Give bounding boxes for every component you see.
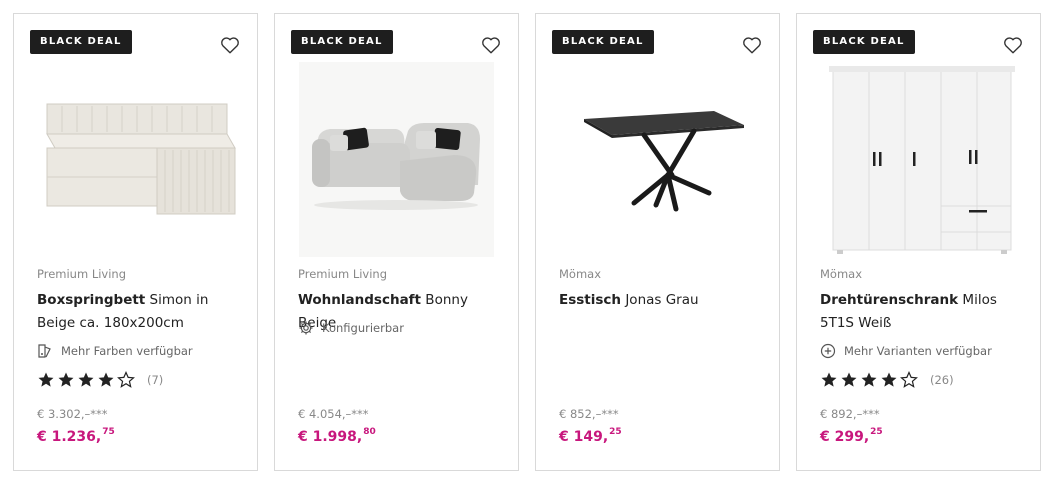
- star-filled-icon: [58, 372, 74, 387]
- wardrobe-image: [828, 66, 1015, 254]
- brand-name: Premium Living: [298, 267, 388, 281]
- product-title[interactable]: Drehtürenschrank Milos 5T1S Weiß: [820, 289, 1025, 335]
- old-price: € 852,–***: [559, 407, 619, 421]
- old-price: € 3.302,–***: [37, 407, 108, 421]
- feature-text: Konfigurierbar: [322, 321, 404, 335]
- star-filled-icon: [98, 372, 114, 387]
- current-price: € 1.998, 80: [298, 427, 376, 445]
- rating-stars[interactable]: (7): [37, 371, 163, 389]
- black-deal-badge: BLACK DEAL: [552, 30, 654, 54]
- product-title-bold: Esstisch: [559, 292, 622, 308]
- black-deal-badge: BLACK DEAL: [813, 30, 915, 54]
- price-main: € 1.998,: [298, 429, 363, 445]
- product-title[interactable]: Esstisch Jonas Grau: [559, 289, 764, 312]
- feature-text: Mehr Varianten verfügbar: [844, 344, 992, 358]
- heart-icon[interactable]: [741, 34, 763, 56]
- plus-circle-icon: [820, 343, 836, 359]
- product-title-bold: Boxspringbett: [37, 292, 146, 308]
- product-title[interactable]: Boxspringbett Simon in Beige ca. 180x200…: [37, 289, 242, 335]
- product-card-drehtuerenschrank[interactable]: BLACK DEAL Mömax Drehtürenschrank Milos: [796, 13, 1041, 471]
- brand-name: Mömax: [559, 267, 602, 281]
- heart-icon[interactable]: [219, 34, 241, 56]
- brand-name: Premium Living: [37, 267, 127, 281]
- product-image[interactable]: [552, 60, 765, 260]
- star-filled-icon: [841, 372, 857, 387]
- product-image[interactable]: [299, 62, 494, 257]
- star-filled-icon: [821, 372, 837, 387]
- current-price: € 149, 25: [559, 427, 622, 445]
- product-title-bold: Wohnlandschaft: [298, 292, 422, 308]
- old-price: € 892,–***: [820, 407, 880, 421]
- configurable-feature: Konfigurierbar: [298, 320, 404, 336]
- product-title-rest: Jonas Grau: [621, 292, 699, 308]
- price-main: € 149,: [559, 429, 609, 445]
- star-filled-icon: [38, 372, 54, 387]
- product-card-esstisch[interactable]: BLACK DEAL Mömax Esstisch Jonas Grau € 8…: [535, 13, 780, 471]
- product-card-wohnlandschaft[interactable]: BLACK DEAL Premium Living Wohnlandschaft…: [274, 13, 519, 471]
- feature-text: Mehr Farben verfügbar: [61, 344, 193, 358]
- more-colors-feature: Mehr Farben verfügbar: [37, 343, 193, 359]
- price-cents: 75: [102, 427, 115, 437]
- star-filled-icon: [78, 372, 94, 387]
- product-image[interactable]: [813, 62, 1026, 258]
- rating-count: (26): [930, 373, 954, 387]
- price-cents: 25: [609, 427, 622, 437]
- black-deal-badge: BLACK DEAL: [291, 30, 393, 54]
- current-price: € 299, 25: [820, 427, 883, 445]
- rating-count: (7): [147, 373, 164, 387]
- heart-icon[interactable]: [480, 34, 502, 56]
- star-empty-icon: [900, 371, 918, 388]
- dining-table-image: [583, 111, 744, 212]
- old-price: € 4.054,–***: [298, 407, 369, 421]
- price-cents: 25: [870, 427, 883, 437]
- rating-stars[interactable]: (26): [820, 371, 954, 389]
- black-deal-badge: BLACK DEAL: [30, 30, 132, 54]
- star-filled-icon: [861, 372, 877, 387]
- price-main: € 299,: [820, 429, 870, 445]
- color-swatch-icon: [38, 344, 51, 358]
- corner-sofa-image: [312, 122, 480, 210]
- more-variants-feature: Mehr Varianten verfügbar: [820, 343, 992, 359]
- current-price: € 1.236, 75: [37, 427, 115, 445]
- boxspring-bed-image: [45, 103, 236, 215]
- gear-icon: [299, 321, 313, 335]
- heart-icon[interactable]: [1002, 34, 1024, 56]
- brand-name: Mömax: [820, 267, 863, 281]
- price-cents: 80: [363, 427, 376, 437]
- star-filled-icon: [881, 372, 897, 387]
- star-empty-icon: [117, 371, 135, 388]
- price-main: € 1.236,: [37, 429, 102, 445]
- product-card-boxspringbett[interactable]: BLACK DEAL Premium Living Boxspringbett …: [13, 13, 258, 471]
- product-title-bold: Drehtürenschrank: [820, 292, 959, 308]
- product-image[interactable]: [30, 60, 243, 260]
